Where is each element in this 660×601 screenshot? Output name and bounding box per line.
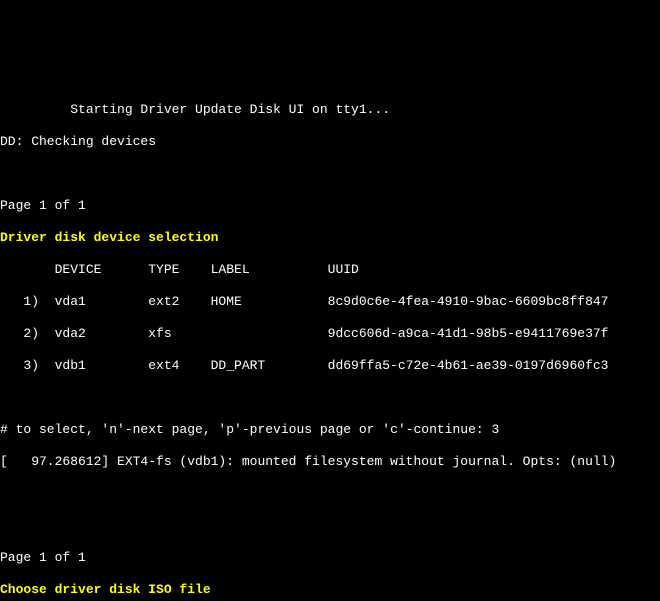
col-header-type: TYPE [148, 262, 210, 278]
startup-line: Starting Driver Update Disk UI on tty1..… [0, 102, 660, 118]
device-row[interactable]: 3) vdb1ext4DD_PARTdd69ffa5-c72e-4b61-ae3… [0, 358, 660, 374]
col-header-uuid: UUID [328, 262, 359, 278]
prompt-line[interactable]: # to select, 'n'-next page, 'p'-previous… [0, 422, 660, 438]
device-row[interactable]: 2) vda2xfs9dcc606d-a9ca-41d1-98b5-e94117… [0, 326, 660, 342]
section-heading-devices: Driver disk device selection [0, 230, 660, 246]
checking-devices-line: DD: Checking devices [0, 134, 660, 150]
blank-line [0, 518, 660, 534]
blank-line [0, 166, 660, 182]
blank-line [0, 390, 660, 406]
page-indicator: Page 1 of 1 [0, 550, 660, 566]
device-row[interactable]: 1) vda1ext2HOME8c9d0c6e-4fea-4910-9bac-6… [0, 294, 660, 310]
blank-line [0, 486, 660, 502]
page-indicator: Page 1 of 1 [0, 198, 660, 214]
col-header-label: LABEL [211, 262, 328, 278]
col-header-device: DEVICE [55, 262, 149, 278]
kernel-log-line: [ 97.268612] EXT4-fs (vdb1): mounted fil… [0, 454, 660, 470]
terminal-output: Starting Driver Update Disk UI on tty1..… [0, 80, 660, 601]
device-table-header: DEVICETYPELABELUUID [0, 262, 660, 278]
section-heading-iso: Choose driver disk ISO file [0, 582, 660, 598]
